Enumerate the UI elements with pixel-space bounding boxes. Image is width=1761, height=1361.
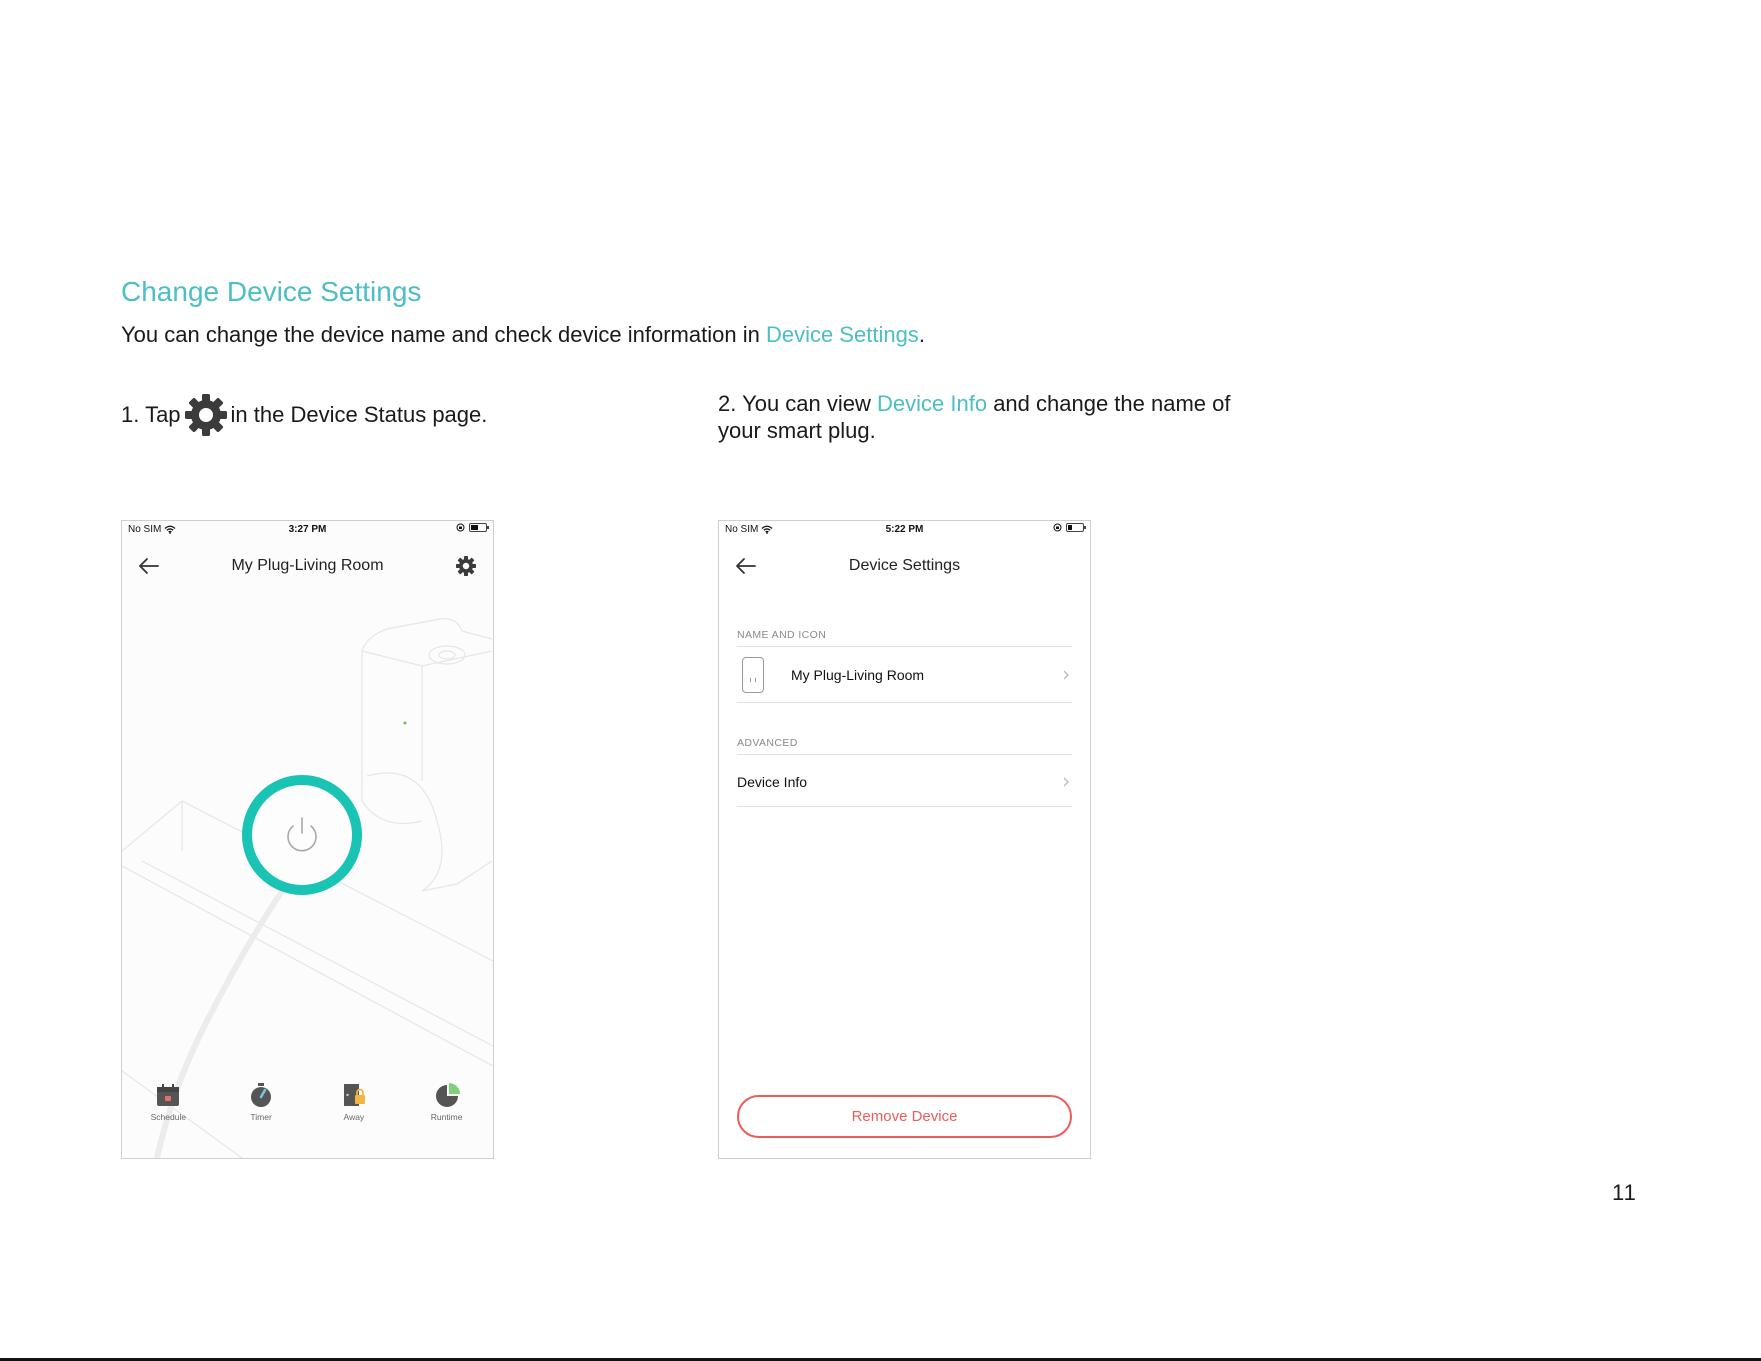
status-bar: No SIM 5:22 PM xyxy=(719,521,1090,539)
orientation-lock-icon xyxy=(456,523,465,532)
device-info-link: Device Info xyxy=(877,391,988,416)
calendar-icon xyxy=(157,1084,180,1106)
divider xyxy=(737,754,1072,755)
intro-text: You can change the device name and check… xyxy=(121,322,925,348)
status-time: 5:22 PM xyxy=(885,524,924,535)
step2-prefix: 2. You can view xyxy=(718,391,878,416)
status-time: 3:27 PM xyxy=(288,524,327,535)
gear-icon xyxy=(184,393,228,437)
remove-device-button[interactable]: Remove Device xyxy=(737,1095,1072,1138)
status-right xyxy=(456,523,489,532)
intro-suffix: . xyxy=(918,322,925,347)
tab-label: Schedule xyxy=(150,1112,187,1122)
divider xyxy=(737,646,1072,647)
intro-prefix: You can change the device name and check… xyxy=(121,322,766,347)
step-2: 2. You can view Device Info and change t… xyxy=(718,390,1238,444)
device-name-row[interactable]: My Plug-Living Room xyxy=(737,651,1072,699)
nav-bar: Device Settings xyxy=(719,547,1090,587)
device-name-value: My Plug-Living Room xyxy=(791,667,925,683)
pie-chart-icon xyxy=(435,1083,460,1107)
step1-prefix: 1. Tap xyxy=(121,402,181,427)
timer-icon xyxy=(251,1083,272,1107)
device-settings-link: Device Settings xyxy=(765,322,919,347)
power-toggle-button[interactable] xyxy=(242,775,362,895)
tab-schedule[interactable]: Schedule xyxy=(122,1081,215,1141)
page-number: 11 xyxy=(1612,1180,1637,1205)
device-name-title: My Plug-Living Room xyxy=(231,557,384,574)
step-1: 1. Tap in the Device Status page. xyxy=(121,393,487,437)
section-label-advanced: ADVANCED xyxy=(737,737,798,749)
tab-runtime[interactable]: Runtime xyxy=(400,1081,493,1141)
divider xyxy=(737,806,1072,807)
phone-screenshot-device-settings: No SIM 5:22 PM Device Settings NAME AND … xyxy=(718,520,1091,1159)
screen-title: Device Settings xyxy=(848,557,961,574)
orientation-lock-icon xyxy=(1053,523,1062,532)
away-icon xyxy=(343,1084,365,1106)
phone-screenshot-device-status: No SIM 3:27 PM My Plug-Living Room Sched… xyxy=(121,520,494,1159)
tab-timer[interactable]: Timer xyxy=(215,1081,308,1141)
step1-suffix: in the Device Status page. xyxy=(230,402,488,427)
battery-icon xyxy=(469,523,489,532)
chevron-right-icon xyxy=(1063,670,1069,680)
bottom-tab-bar: Schedule Timer Away Runtime xyxy=(122,1081,493,1141)
tab-label: Away xyxy=(343,1112,365,1122)
status-right xyxy=(1053,523,1086,532)
tab-away[interactable]: Away xyxy=(308,1081,401,1141)
chevron-right-icon xyxy=(1063,777,1069,787)
power-icon xyxy=(287,817,317,852)
smart-plug-icon xyxy=(742,657,764,693)
page-title: Change Device Settings xyxy=(121,276,422,307)
settings-gear-icon[interactable] xyxy=(455,555,477,577)
nav-bar: My Plug-Living Room xyxy=(122,547,493,587)
section-label-name-and-icon: NAME AND ICON xyxy=(737,629,827,641)
tab-label: Runtime xyxy=(430,1112,463,1122)
battery-icon xyxy=(1066,523,1086,532)
divider xyxy=(737,702,1072,703)
device-info-row[interactable]: Device Info xyxy=(737,759,1072,805)
status-bar: No SIM 3:27 PM xyxy=(122,521,493,539)
tab-label: Timer xyxy=(250,1112,272,1122)
device-info-label: Device Info xyxy=(737,774,808,790)
